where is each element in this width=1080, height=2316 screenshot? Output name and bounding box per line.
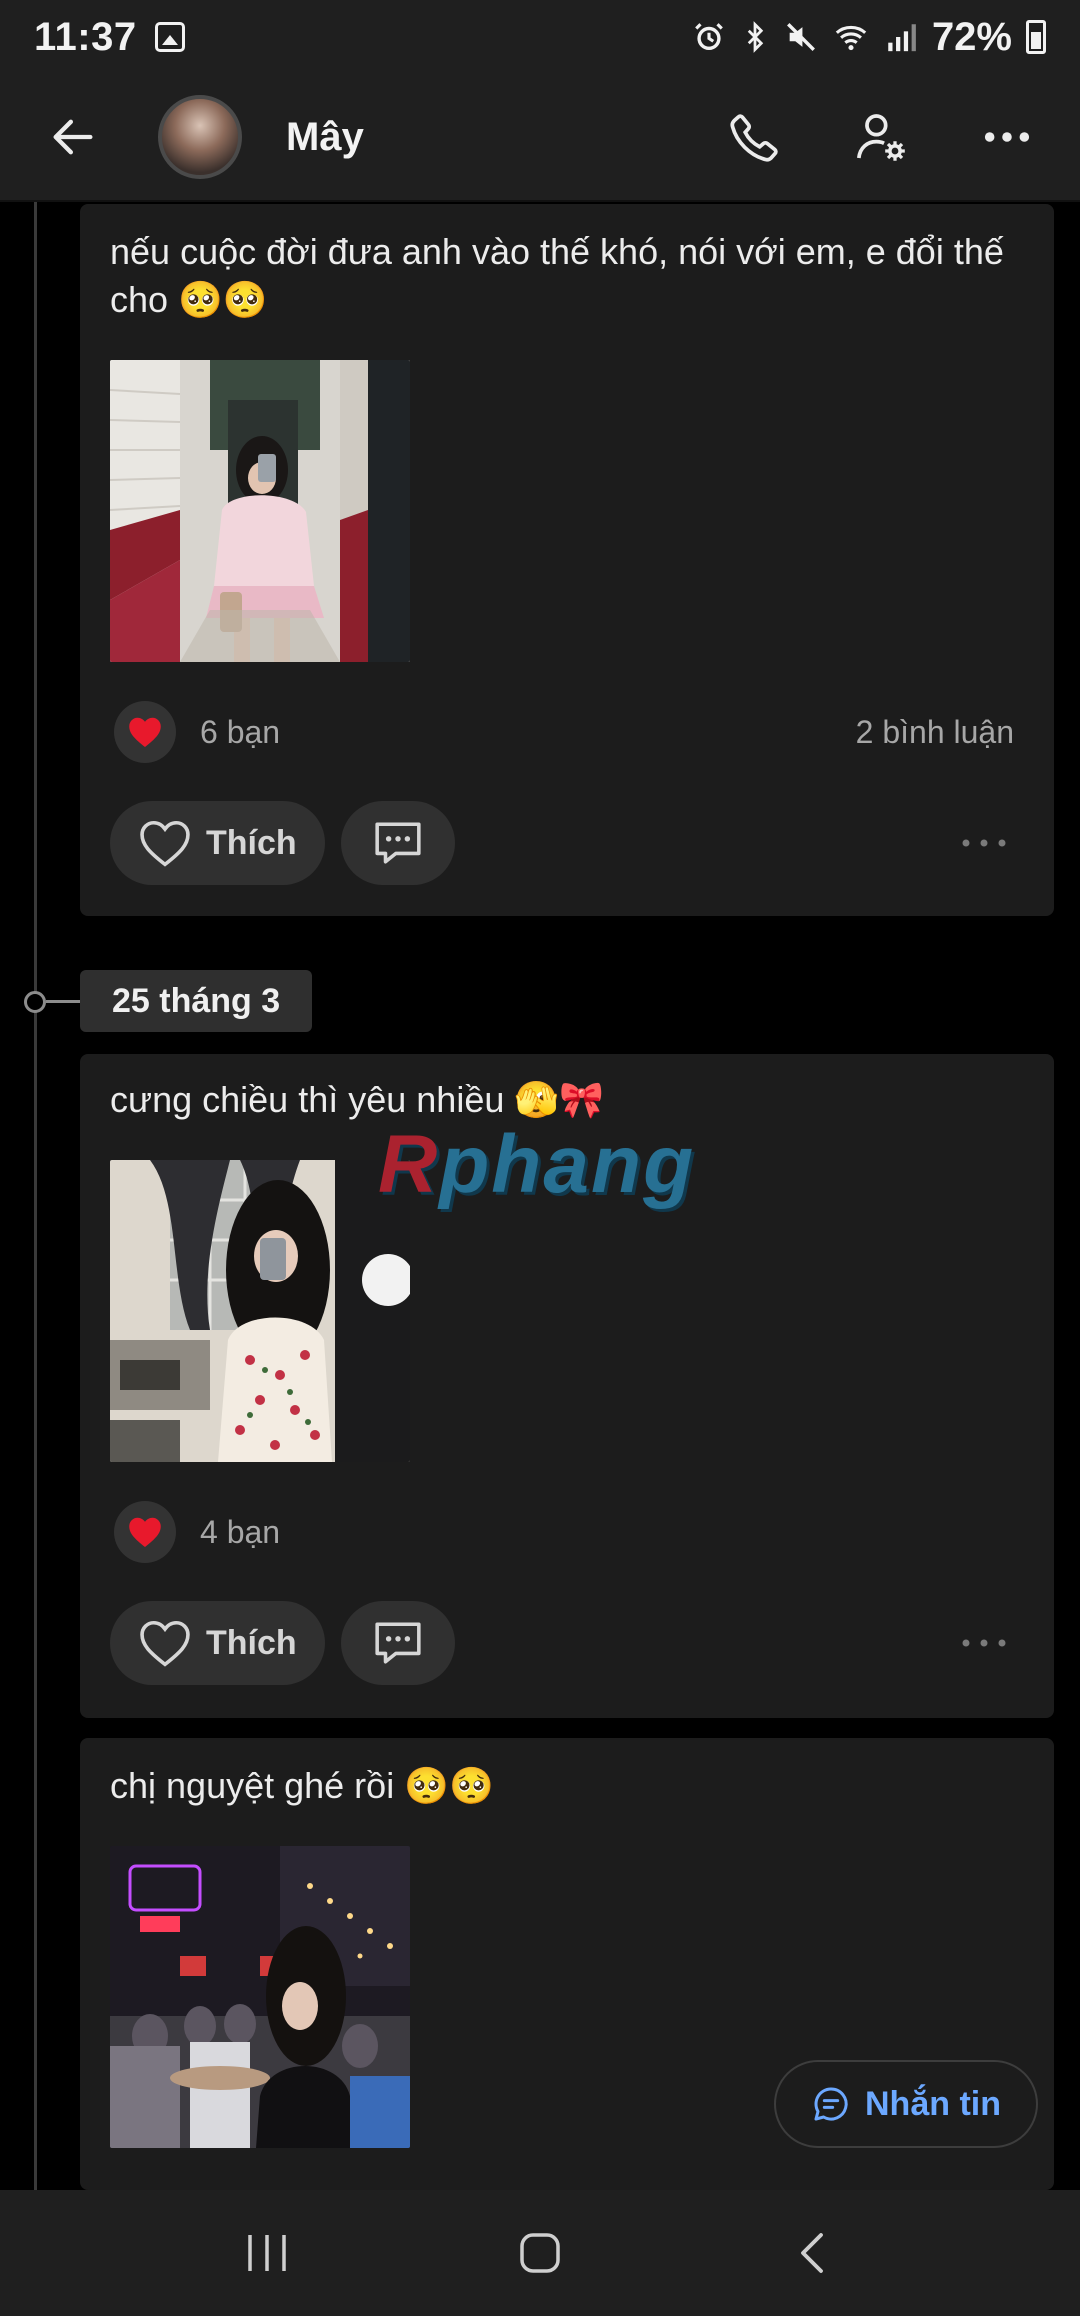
post-actions: Thích (110, 1600, 1024, 1686)
avatar[interactable] (158, 95, 242, 179)
like-label: Thích (206, 823, 297, 862)
post-actions: Thích (110, 800, 1024, 886)
reaction-summary[interactable]: 6 bạn 2 bình luận (114, 700, 1014, 764)
more-icon (962, 1639, 1006, 1647)
like-label: Thích (206, 1623, 297, 1662)
post-more-button[interactable] (944, 1613, 1024, 1673)
status-time: 11:37 (34, 14, 137, 59)
call-button[interactable] (712, 94, 798, 180)
reaction-count: 4 bạn (200, 1513, 281, 1550)
status-icons: 72% (692, 15, 1046, 60)
comment-button[interactable] (340, 801, 455, 885)
watermark-logo: Rphang (378, 1118, 695, 1212)
phone-icon (730, 114, 778, 162)
timeline-line (34, 202, 37, 2192)
system-nav-bar (0, 2190, 1080, 2316)
timeline-dot (24, 991, 46, 1013)
alarm-icon (695, 23, 723, 51)
photo-cafe-night (110, 1846, 410, 2148)
wifi-icon (835, 25, 867, 51)
post-more-button[interactable] (944, 813, 1024, 873)
more-icon (962, 839, 1006, 847)
post-photo[interactable] (110, 1160, 410, 1462)
more-options-button[interactable] (964, 94, 1050, 180)
more-icon (984, 132, 1030, 142)
post-text: chị nguyệt ghé rồi 🥺🥺 (110, 1765, 494, 1806)
date-separator: 25 tháng 3 (0, 970, 1080, 1032)
heart-icon (129, 717, 161, 747)
user-settings-icon (856, 114, 905, 161)
home-button[interactable] (485, 2208, 595, 2298)
battery-percent: 72% (931, 14, 1012, 59)
heart-reaction-badge (114, 1501, 176, 1563)
heart-outline-icon (140, 1620, 190, 1667)
comment-icon (375, 1622, 421, 1664)
date-chip: 25 tháng 3 (80, 970, 313, 1032)
bluetooth-icon (747, 21, 764, 53)
back-button[interactable] (28, 92, 118, 182)
image-notification-icon (154, 22, 185, 52)
photo-mirror-selfie (110, 1160, 410, 1462)
heart-reaction-badge (114, 701, 176, 763)
back-nav-button[interactable] (758, 2208, 868, 2298)
like-button[interactable]: Thích (110, 1601, 325, 1685)
arrow-left-icon (53, 119, 93, 155)
chevron-left-icon (801, 2233, 824, 2273)
status-bar: 11:37 72% (0, 0, 1080, 74)
reaction-count: 6 bạn (200, 713, 281, 750)
comment-button[interactable] (340, 1601, 455, 1685)
post-photo[interactable] (110, 1846, 410, 2148)
photo-hallway-selfie (110, 360, 410, 662)
post-photo[interactable] (110, 360, 410, 662)
recent-apps-button[interactable] (212, 2208, 322, 2298)
chat-bubble-icon (814, 2087, 848, 2121)
heart-outline-icon (140, 820, 190, 867)
mute-icon (786, 23, 815, 51)
battery-icon (1026, 20, 1046, 54)
watermark-rest: phang (439, 1119, 696, 1210)
header-actions (712, 94, 1050, 180)
comment-icon (375, 822, 421, 864)
chat-header: Mây (0, 74, 1080, 202)
timeline-post: nếu cuộc đời đưa anh vào thế khó, nói vớ… (80, 204, 1054, 916)
home-icon (520, 2233, 560, 2273)
comment-count[interactable]: 2 bình luận (856, 714, 1014, 751)
watermark-first-letter: R (378, 1119, 440, 1210)
reaction-summary[interactable]: 4 bạn (114, 1500, 1014, 1564)
message-button-label: Nhắn tin (865, 2084, 1001, 2123)
heart-icon (129, 1517, 161, 1547)
post-text: nếu cuộc đời đưa anh vào thế khó, nói vớ… (110, 231, 1004, 320)
message-button[interactable]: Nhắn tin (774, 2060, 1038, 2148)
contact-name[interactable]: Mây (286, 115, 364, 160)
recents-icon (247, 2235, 286, 2271)
timeline-connector (46, 1000, 80, 1003)
signal-icon (888, 24, 916, 52)
like-button[interactable]: Thích (110, 801, 325, 885)
profile-settings-button[interactable] (838, 94, 924, 180)
post-text: cưng chiều thì yêu nhiều 🫣🎀 (110, 1079, 605, 1120)
